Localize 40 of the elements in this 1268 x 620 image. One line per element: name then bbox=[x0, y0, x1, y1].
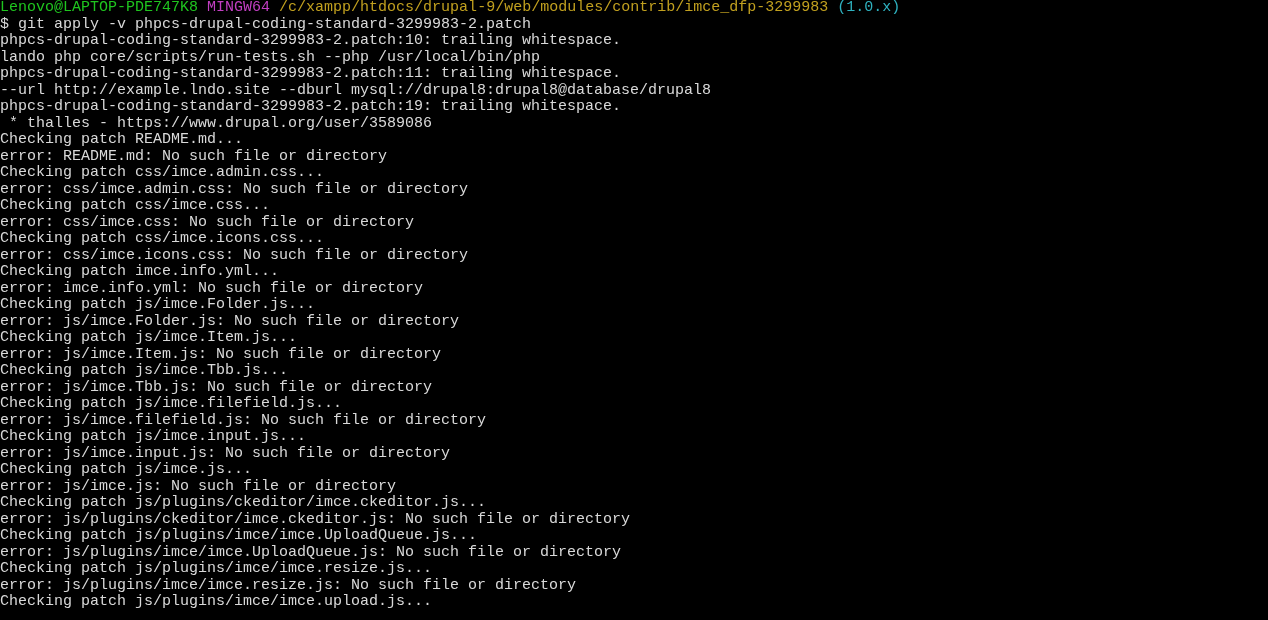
output-line: Checking patch js/plugins/ckeditor/imce.ckeditor.js... bbox=[0, 494, 487, 511]
output-line: error: css/imce.icons.css: No such file or directory bbox=[0, 246, 469, 264]
output-line: Checking patch css/imce.icons.css... bbox=[0, 230, 325, 247]
output-line: error: js/imce.input.js: No such file or directory bbox=[0, 444, 451, 462]
output-line: error: js/plugins/imce/imce.resize.js: No such file or directory bbox=[0, 576, 577, 594]
output-line: Checking patch README.md... bbox=[0, 131, 244, 148]
output-line: error: js/imce.Tbb.js: No such file or directory bbox=[0, 378, 433, 396]
prompt-branch: (1.0.x) bbox=[837, 0, 901, 16]
output-line: Checking patch js/imce.Item.js... bbox=[0, 329, 298, 346]
prompt-system: MINGW64 bbox=[207, 0, 271, 16]
output-line: error: css/imce.css: No such file or directory bbox=[0, 213, 415, 231]
prompt-user-host: Lenovo@LAPTOP-PDE747K8 bbox=[0, 0, 199, 16]
prompt-path: /c/xampp/htdocs/drupal-9/web/modules/contrib/imce_dfp-3299983 bbox=[279, 0, 829, 16]
output-line: lando php core/scripts/run-tests.sh --php /usr/local/bin/php bbox=[0, 48, 541, 66]
output-line: Checking patch css/imce.css... bbox=[0, 197, 271, 214]
output-line: Checking patch imce.info.yml... bbox=[0, 263, 280, 280]
output-line: Checking patch js/plugins/imce/imce.UploadQueue.js... bbox=[0, 527, 478, 544]
output-line: error: README.md: No such file or directory bbox=[0, 147, 388, 165]
output-line: error: js/imce.js: No such file or directory bbox=[0, 477, 397, 495]
output-line: error: css/imce.admin.css: No such file or directory bbox=[0, 180, 469, 198]
output-line: Checking patch js/imce.input.js... bbox=[0, 428, 307, 445]
command-line: $ git apply -v phpcs-drupal-coding-standard-3299983-2.patch bbox=[0, 15, 532, 33]
output-line: phpcs-drupal-coding-standard-3299983-2.patch:10: trailing whitespace. bbox=[0, 32, 622, 49]
output-line: Checking patch js/plugins/imce/imce.resize.js... bbox=[0, 560, 433, 577]
output-line: error: js/imce.Item.js: No such file or directory bbox=[0, 345, 442, 363]
output-line: Checking patch js/imce.filefield.js... bbox=[0, 395, 343, 412]
output-line: Checking patch js/imce.Folder.js... bbox=[0, 296, 316, 313]
output-line: phpcs-drupal-coding-standard-3299983-2.patch:19: trailing whitespace. bbox=[0, 98, 622, 115]
output-line: error: js/imce.filefield.js: No such file or directory bbox=[0, 411, 487, 429]
output-line: Checking patch js/imce.Tbb.js... bbox=[0, 362, 289, 379]
output-line: phpcs-drupal-coding-standard-3299983-2.patch:11: trailing whitespace. bbox=[0, 65, 622, 82]
output-line: * thalles - https://www.drupal.org/user/3589086 bbox=[8, 114, 433, 132]
output-line: error: imce.info.yml: No such file or directory bbox=[0, 279, 424, 297]
output-line: Checking patch css/imce.admin.css... bbox=[0, 164, 325, 181]
output-line: Checking patch js/plugins/imce/imce.upload.js... bbox=[0, 593, 433, 610]
output-line: error: js/plugins/ckeditor/imce.ckeditor.js: No such file or directory bbox=[0, 510, 631, 528]
output-line: Checking patch js/imce.js... bbox=[0, 461, 253, 478]
output-line: error: js/imce.Folder.js: No such file or directory bbox=[0, 312, 460, 330]
output-line: error: js/plugins/imce/imce.UploadQueue.js: No such file or directory bbox=[0, 543, 622, 561]
output-line: --url http://example.lndo.site --dburl mysql://drupal8:drupal8@database/drupal8 bbox=[0, 81, 712, 99]
